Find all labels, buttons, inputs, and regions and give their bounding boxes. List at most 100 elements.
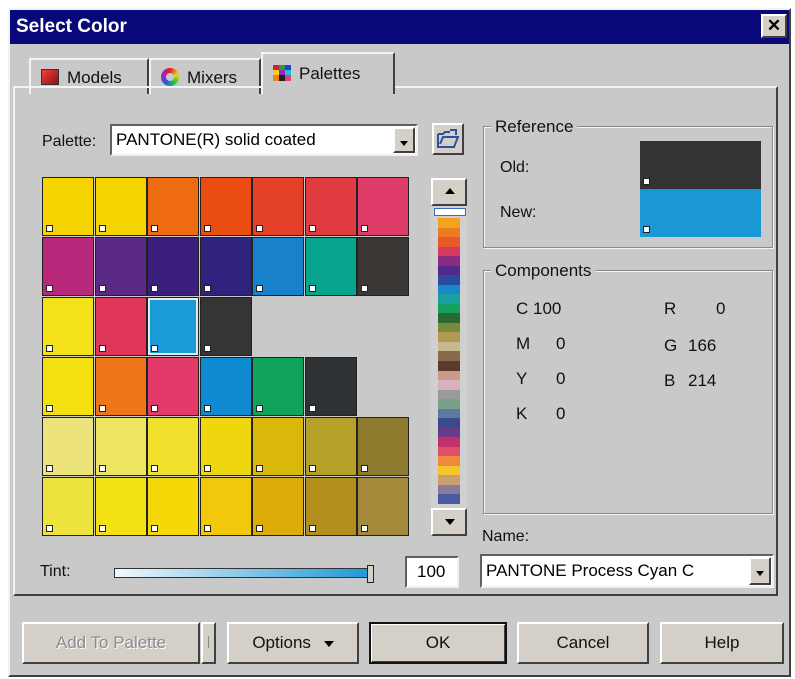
blue-value: 214	[688, 371, 717, 390]
old-color-swatch	[640, 141, 761, 189]
options-label: Options	[252, 633, 311, 652]
arrow-down-icon	[445, 519, 455, 525]
tab-mixers-label: Mixers	[187, 68, 238, 87]
swatch-marker-icon	[361, 225, 368, 232]
open-palette-button[interactable]	[432, 123, 464, 155]
models-icon	[41, 69, 59, 85]
palette-swatch[interactable]	[305, 357, 357, 416]
palette-swatch[interactable]	[147, 177, 199, 236]
palette-overview-stripe	[438, 218, 460, 228]
palette-swatch[interactable]	[200, 477, 252, 536]
green-value: 166	[688, 336, 717, 355]
swatch-marker-icon	[204, 285, 211, 292]
help-button[interactable]: Help	[660, 622, 784, 664]
palette-overview-stripe	[438, 265, 460, 276]
tint-track[interactable]	[114, 568, 374, 578]
black-label: K	[516, 404, 528, 423]
add-to-palette-menu-button[interactable]	[201, 622, 216, 664]
palette-dropdown-button[interactable]	[393, 127, 415, 153]
swatch-marker-icon	[46, 345, 53, 352]
palette-scrollbar[interactable]	[431, 178, 467, 536]
palette-swatch[interactable]	[357, 477, 409, 536]
palette-swatch[interactable]	[252, 237, 304, 296]
palette-swatch[interactable]	[305, 417, 357, 476]
palette-swatch[interactable]	[357, 237, 409, 296]
swatch-marker-icon	[309, 225, 316, 232]
palette-swatch[interactable]	[305, 237, 357, 296]
palette-swatch-selected[interactable]	[147, 297, 199, 356]
tint-label: Tint:	[40, 563, 71, 580]
palette-swatch[interactable]	[252, 417, 304, 476]
add-to-palette-button[interactable]: Add To Palette	[22, 622, 200, 664]
palette-swatch[interactable]	[95, 237, 147, 296]
palette-swatch[interactable]	[42, 417, 94, 476]
palette-overview-stripe	[438, 313, 460, 324]
cancel-button[interactable]: Cancel	[517, 622, 649, 664]
palette-swatch[interactable]	[95, 477, 147, 536]
swatch-marker-icon	[256, 465, 263, 472]
options-button[interactable]: Options	[227, 622, 359, 664]
new-color-swatch	[640, 189, 761, 237]
swatch-marker-icon	[361, 465, 368, 472]
swatch-marker-icon	[99, 225, 106, 232]
tint-slider-handle[interactable]	[367, 565, 374, 583]
palette-overview-stripe	[438, 494, 460, 505]
tint-input[interactable]: 100	[405, 556, 459, 588]
scroll-up-button[interactable]	[431, 178, 467, 206]
palette-overview-stripe	[438, 437, 460, 448]
palette-swatch[interactable]	[147, 417, 199, 476]
tint-slider[interactable]	[114, 565, 378, 583]
palette-select[interactable]: PANTONE(R) solid coated	[110, 124, 418, 156]
swatch-marker-icon	[151, 405, 158, 412]
blue-label: B	[664, 371, 676, 390]
tab-palettes[interactable]: Palettes	[261, 52, 395, 94]
palette-swatch[interactable]	[305, 177, 357, 236]
scroll-thumb[interactable]	[434, 208, 466, 216]
title-bar: Select Color ✕	[10, 10, 789, 44]
palette-swatch[interactable]	[200, 357, 252, 416]
palette-swatch[interactable]	[200, 177, 252, 236]
palette-swatch[interactable]	[147, 357, 199, 416]
swatch-marker-icon	[46, 225, 53, 232]
swatch-marker-icon	[204, 345, 211, 352]
swatch-marker-icon	[99, 525, 106, 532]
palette-overview-stripe	[438, 484, 460, 495]
palette-swatch[interactable]	[95, 297, 147, 356]
palette-overview-stripe	[438, 380, 460, 391]
palette-swatch[interactable]	[252, 177, 304, 236]
palette-overview-stripe	[438, 322, 460, 333]
palette-swatch[interactable]	[200, 417, 252, 476]
palette-swatch[interactable]	[42, 477, 94, 536]
arrow-up-icon	[445, 188, 455, 194]
palettes-icon	[273, 65, 291, 81]
palette-swatch[interactable]	[305, 477, 357, 536]
close-button[interactable]: ✕	[761, 14, 787, 38]
palette-swatch[interactable]	[95, 357, 147, 416]
palette-overview-stripe	[438, 256, 460, 267]
palette-swatch[interactable]	[252, 477, 304, 536]
palette-swatch[interactable]	[42, 177, 94, 236]
palette-swatch[interactable]	[357, 417, 409, 476]
tab-models-label: Models	[67, 68, 122, 87]
palette-swatch[interactable]	[147, 237, 199, 296]
name-label: Name:	[482, 528, 530, 545]
ok-button[interactable]: OK	[369, 622, 507, 664]
palette-swatch[interactable]	[357, 177, 409, 236]
palette-swatch[interactable]	[200, 297, 252, 356]
palette-swatch[interactable]	[95, 417, 147, 476]
swatch-marker-icon	[99, 405, 106, 412]
swatch-marker-icon	[99, 345, 106, 352]
swatch-marker-icon	[151, 525, 158, 532]
palette-swatch[interactable]	[42, 237, 94, 296]
color-name-select[interactable]: PANTONE Process Cyan C	[480, 554, 774, 588]
palette-swatch[interactable]	[252, 357, 304, 416]
swatch-marker-icon	[309, 405, 316, 412]
color-name-dropdown-button[interactable]	[749, 557, 771, 585]
palette-swatch[interactable]	[95, 177, 147, 236]
palette-swatch[interactable]	[42, 297, 94, 356]
scroll-down-button[interactable]	[431, 508, 467, 536]
palette-swatch[interactable]	[42, 357, 94, 416]
palette-swatch[interactable]	[147, 477, 199, 536]
palette-swatch[interactable]	[200, 237, 252, 296]
swatch-marker-icon	[361, 285, 368, 292]
